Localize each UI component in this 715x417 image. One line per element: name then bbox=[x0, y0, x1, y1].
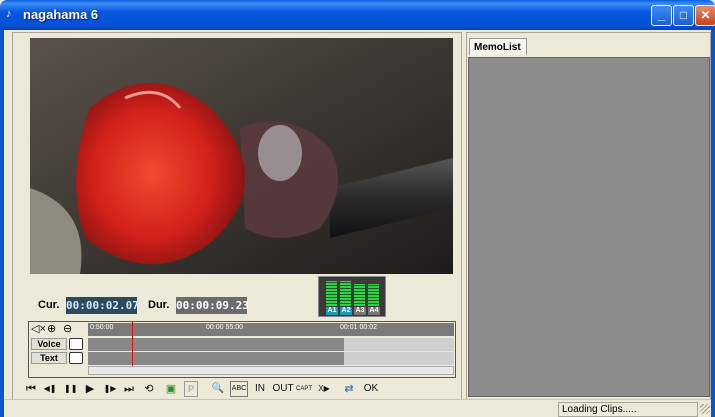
search-button[interactable]: 🔍 bbox=[210, 381, 226, 397]
current-time-display: 00:00:02.07 bbox=[66, 297, 139, 314]
meter-channel-a1: A1 bbox=[326, 307, 338, 315]
title-bar: ♪ nagahama 6 _ □ ✕ bbox=[0, 0, 715, 30]
window-title: nagahama 6 bbox=[23, 7, 99, 22]
meter-channel-a3: A3 bbox=[354, 307, 366, 315]
duration-display: 00:00:09.23 bbox=[176, 297, 249, 314]
status-text: Loading Clips..... bbox=[558, 402, 698, 417]
resize-grip-icon[interactable] bbox=[700, 404, 710, 414]
in-button[interactable]: IN bbox=[252, 381, 268, 397]
playhead[interactable] bbox=[132, 322, 133, 367]
exec-button[interactable]: X▶ bbox=[316, 381, 332, 397]
timeline-scrollbar[interactable] bbox=[88, 366, 454, 375]
window-frame-left bbox=[0, 30, 4, 417]
p-button[interactable]: P bbox=[184, 381, 198, 397]
track-label-text: Text bbox=[31, 352, 67, 364]
track-text[interactable] bbox=[88, 352, 454, 365]
ruler-label: 00:01 00:02 bbox=[340, 324, 377, 331]
audio-level-meter: A1 A2 A3 A4 bbox=[318, 276, 386, 317]
step-forward-button[interactable]: ❚▶ bbox=[102, 381, 118, 397]
capture-button[interactable]: CAPT bbox=[294, 381, 314, 397]
track-lock-voice[interactable] bbox=[69, 338, 83, 350]
status-bar: Loading Clips..... bbox=[4, 399, 711, 417]
track-unplayed-region bbox=[344, 338, 454, 351]
pause-button[interactable]: ❚❚ bbox=[64, 381, 77, 397]
step-back-button[interactable]: ◀❚ bbox=[42, 381, 58, 397]
ok-button[interactable]: OK bbox=[362, 381, 380, 397]
timeline-tools: ◁× ⊕ ⊖ bbox=[29, 322, 87, 336]
maximize-button[interactable]: □ bbox=[673, 5, 694, 26]
video-frame-image bbox=[30, 38, 453, 274]
meter-channel-a2: A2 bbox=[340, 307, 352, 315]
memolist-content[interactable] bbox=[468, 57, 710, 397]
abc-button[interactable]: ABC bbox=[230, 381, 248, 397]
go-to-start-button[interactable]: ⏮ bbox=[24, 381, 38, 397]
loop-button[interactable]: ⟲ bbox=[142, 381, 156, 397]
app-icon: ♪ bbox=[6, 8, 12, 20]
go-to-end-button[interactable]: ⏭ bbox=[122, 381, 136, 397]
duration-label: Dur. bbox=[148, 299, 170, 311]
meter-bar-a2 bbox=[340, 281, 351, 306]
timeline-panel: ◁× ⊕ ⊖ 0:50:00 00:00 55:00 00:01 00:02 V… bbox=[28, 321, 456, 378]
track-voice[interactable] bbox=[88, 338, 454, 351]
link-button[interactable]: ⇄ bbox=[342, 381, 356, 397]
track-label-voice: Voice bbox=[31, 338, 67, 350]
meter-bar-a4 bbox=[368, 284, 379, 306]
minimize-button[interactable]: _ bbox=[651, 5, 672, 26]
window-frame-right bbox=[711, 30, 715, 417]
track-lock-text[interactable] bbox=[69, 352, 83, 364]
track-unplayed-region bbox=[344, 352, 454, 365]
zoom-in-icon[interactable]: ⊕ bbox=[47, 322, 56, 335]
zoom-out-icon[interactable]: ⊖ bbox=[63, 322, 72, 335]
snapshot-button[interactable]: ▣ bbox=[164, 381, 178, 397]
tab-memolist[interactable]: MemoList bbox=[469, 38, 527, 55]
ruler-label: 00:00 55:00 bbox=[206, 324, 243, 331]
meter-channel-a4: A4 bbox=[368, 307, 380, 315]
meter-bar-a3 bbox=[354, 284, 365, 306]
video-preview[interactable] bbox=[30, 38, 453, 274]
timeline-ruler[interactable]: 0:50:00 00:00 55:00 00:01 00:02 bbox=[88, 323, 454, 336]
play-button[interactable]: ▶ bbox=[84, 381, 96, 397]
current-time-label: Cur. bbox=[38, 299, 60, 311]
close-button[interactable]: ✕ bbox=[695, 5, 715, 26]
meter-bar-a1 bbox=[326, 281, 337, 306]
out-button[interactable]: OUT bbox=[272, 381, 294, 397]
ruler-label: 0:50:00 bbox=[90, 324, 114, 331]
mute-icon[interactable]: ◁× bbox=[31, 322, 46, 335]
